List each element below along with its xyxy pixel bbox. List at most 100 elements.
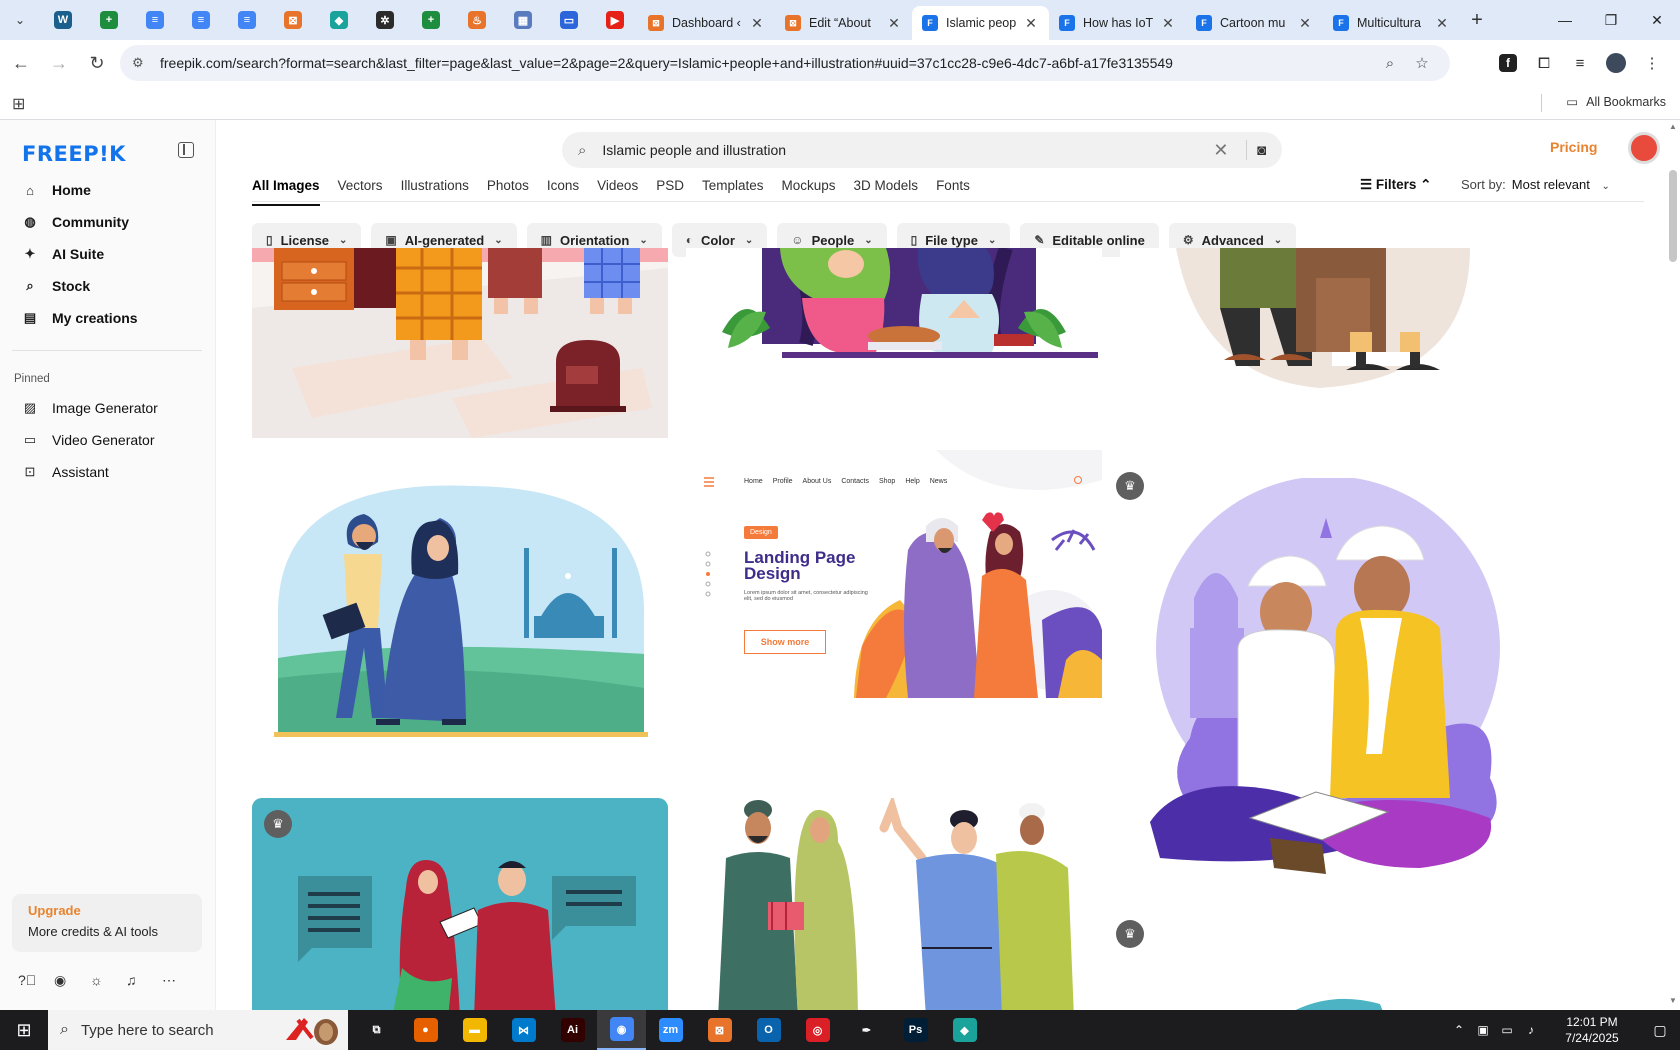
pinned-tab[interactable]: ♨ [454,0,500,40]
meet-now-icon[interactable]: ▣ [1472,1023,1494,1037]
taskbar-app[interactable]: ⧉ [352,1010,401,1050]
extension-f-icon[interactable]: f [1490,46,1526,80]
pinned-tab[interactable]: W [40,0,86,40]
notification-center-icon[interactable]: ▢ [1640,1022,1680,1039]
help-icon[interactable]: ?⃝ [18,972,54,989]
pinned-tab[interactable]: ▶ [592,0,638,40]
result-card[interactable] [686,798,1102,1010]
network-icon[interactable]: ▭ [1496,1023,1518,1037]
notifications-bell-icon[interactable]: ♫ [126,972,162,989]
taskbar-search-box[interactable]: ⌕ Type here to search [48,1010,348,1050]
browser-menu-icon[interactable]: ⋮ [1634,46,1670,80]
address-bar[interactable]: ⚙ freepik.com/search?format=search&last_… [120,45,1450,81]
pinned-tab[interactable]: ▭ [546,0,592,40]
taskbar-app[interactable]: ⋈ [499,1010,548,1050]
pinned-tab[interactable]: ⊠ [270,0,316,40]
browser-tab[interactable]: ⊠ Dashboard ‹ ✕ [638,6,775,40]
restore-icon[interactable]: ❐ [1588,0,1634,40]
tab-search-chevron-icon[interactable]: ⌄ [0,0,40,40]
taskbar-app[interactable]: Ai [548,1010,597,1050]
freepik-logo[interactable]: FREEP!K [22,142,126,166]
extensions-puzzle-icon[interactable]: ⧠ [1526,46,1562,80]
taskbar-app[interactable]: zm [646,1010,695,1050]
close-tab-icon[interactable]: ✕ [886,15,902,32]
close-tab-icon[interactable]: ✕ [749,15,765,32]
premium-crown-icon[interactable]: ♛ [264,810,292,838]
taskbar-app[interactable]: ◎ [793,1010,842,1050]
new-tab-icon[interactable]: + [1460,3,1494,37]
premium-crown-icon[interactable]: ♛ [1116,920,1144,948]
taskbar-app[interactable]: ◆ [940,1010,989,1050]
more-options-icon[interactable]: ⋯ [162,972,198,989]
sidebar-item-community[interactable]: ◍ Community [12,206,202,238]
pinned-tab[interactable]: ✲ [362,0,408,40]
pinned-tab[interactable]: + [86,0,132,40]
filters-button[interactable]: ☰ Filters ⌃ [1360,177,1431,193]
show-hidden-icons-icon[interactable]: ⌃ [1448,1023,1470,1037]
result-card[interactable] [252,248,668,438]
user-avatar[interactable] [1628,132,1660,164]
windows-start-icon[interactable]: ⊞ [0,1010,48,1050]
browser-tab[interactable]: ⊠ Edit “About ✕ [775,6,912,40]
pinned-item-video-generator[interactable]: ▭ Video Generator [12,424,202,456]
result-card[interactable] [1120,248,1536,392]
camera-search-icon[interactable]: ◙ [1257,142,1266,159]
media-controls-icon[interactable]: ≡ [1562,46,1598,80]
close-tab-icon[interactable]: ✕ [1023,15,1039,32]
close-window-icon[interactable]: ✕ [1634,0,1680,40]
clear-search-icon[interactable]: ✕ [1206,140,1236,161]
discord-icon[interactable]: ◉ [54,972,90,989]
scroll-up-icon[interactable]: ▲ [1669,122,1677,131]
result-card[interactable] [1120,984,1536,1010]
pinned-item-image-generator[interactable]: ▨ Image Generator [12,392,202,424]
upgrade-card[interactable]: Upgrade More credits & AI tools [12,894,202,952]
pinned-tab[interactable]: + [408,0,454,40]
collapse-sidebar-icon[interactable] [178,142,194,158]
profile-avatar-icon[interactable] [1598,46,1634,80]
taskbar-app[interactable]: O [744,1010,793,1050]
result-card[interactable]: Home Profile About Us Contacts Shop Help News … [686,450,1102,698]
taskbar-app[interactable]: Ps [891,1010,940,1050]
site-settings-icon[interactable]: ⚙ [132,55,150,71]
pinned-tab[interactable]: ≡ [224,0,270,40]
taskbar-clock[interactable]: 12:01 PM 7/24/2025 [1552,1014,1632,1046]
browser-tab[interactable]: F Islamic peop ✕ [912,6,1049,40]
theme-toggle-icon[interactable]: ☼ [90,972,126,989]
taskbar-app[interactable]: ◉ [597,1010,646,1050]
sidebar-item-home[interactable]: ⌂ Home [12,174,202,206]
pricing-link[interactable]: Pricing [1550,139,1597,155]
scroll-down-icon[interactable]: ▼ [1669,996,1677,1005]
taskbar-app[interactable]: ⊠ [695,1010,744,1050]
taskbar-app[interactable]: ▬ [450,1010,499,1050]
result-card[interactable] [686,248,1102,364]
browser-tab[interactable]: F Multicultura ✕ [1323,6,1460,40]
volume-icon[interactable]: ♪ [1520,1023,1542,1037]
zoom-icon[interactable]: ⌕ [1374,55,1406,72]
close-tab-icon[interactable]: ✕ [1434,15,1450,32]
result-card[interactable] [1120,478,1536,938]
browser-tab[interactable]: F How has IoT ✕ [1049,6,1186,40]
pinned-tab[interactable]: ≡ [132,0,178,40]
pinned-tab[interactable]: ≡ [178,0,224,40]
sort-dropdown[interactable]: Sort by: Most relevant ⌄ [1461,177,1610,192]
apps-grid-icon[interactable]: ⊞ [12,94,25,114]
close-tab-icon[interactable]: ✕ [1297,15,1313,32]
close-tab-icon[interactable]: ✕ [1160,15,1176,32]
browser-tab[interactable]: F Cartoon mu ✕ [1186,6,1323,40]
back-icon[interactable]: ← [4,46,38,80]
search-input[interactable] [602,142,1206,158]
url-text[interactable]: freepik.com/search?format=search&last_fi… [160,55,1374,71]
result-card[interactable] [252,798,668,1010]
sidebar-item-ai-suite[interactable]: ✦ AI Suite [12,238,202,270]
forward-icon[interactable]: → [42,46,76,80]
scrollbar-thumb[interactable] [1669,170,1677,262]
bookmark-star-icon[interactable]: ☆ [1406,54,1438,72]
taskbar-app[interactable]: ✒ [842,1010,891,1050]
all-bookmarks-button[interactable]: ▭ All Bookmarks [1566,94,1666,110]
pinned-tab[interactable]: ▦ [500,0,546,40]
sidebar-item-my-creations[interactable]: ▤ My creations [12,302,202,334]
premium-crown-icon[interactable]: ♛ [1116,472,1144,500]
pinned-tab[interactable]: ◆ [316,0,362,40]
minimize-icon[interactable]: — [1542,0,1588,40]
page-scrollbar[interactable]: ▲ ▼ [1666,120,1680,1010]
